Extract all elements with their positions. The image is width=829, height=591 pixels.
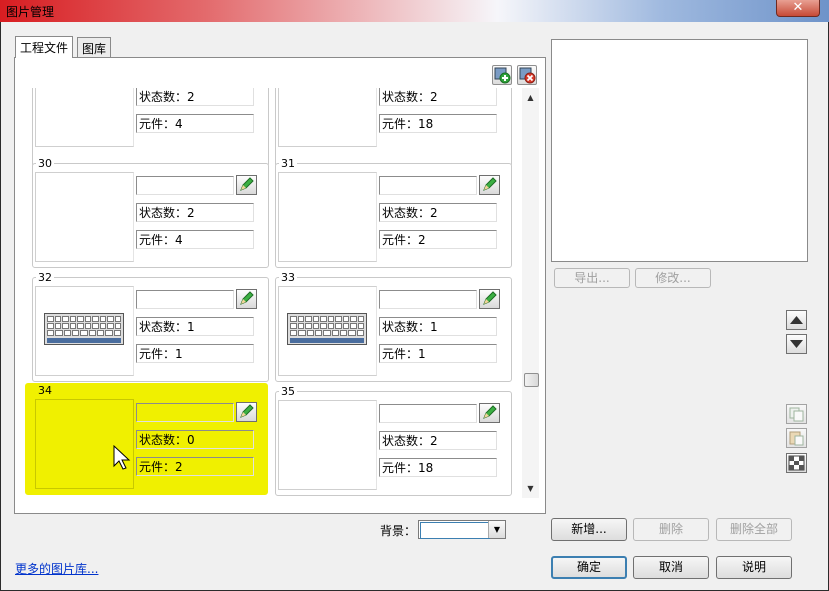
move-up-button[interactable] [786, 310, 807, 330]
image-thumbnail [35, 88, 134, 147]
image-name-input[interactable] [136, 176, 234, 195]
paste-button[interactable] [786, 428, 807, 448]
pencil-icon [240, 404, 254, 418]
component-count-field: 元件：18 [379, 458, 497, 477]
add-button[interactable]: 新增... [551, 518, 627, 541]
component-count-field: 元件：18 [379, 114, 497, 133]
image-name-input[interactable] [136, 290, 234, 309]
image-thumbnail [35, 286, 134, 376]
paste-icon [789, 431, 804, 446]
state-count-field: 状态数：2 [379, 88, 497, 106]
state-count-field: 状态数：0 [136, 430, 254, 449]
edit-button[interactable] [236, 175, 257, 195]
move-down-button[interactable] [786, 334, 807, 354]
edit-button[interactable] [479, 175, 500, 195]
image-list: 状态数：2 元件：4 状态数：2 元件：18 30 状态数：2 元件：4 31 … [25, 88, 538, 498]
keyboard-image [44, 313, 124, 345]
tab-gallery[interactable]: 图库 [77, 37, 112, 57]
cancel-button[interactable]: 取消 [633, 556, 709, 579]
scrollbar-thumb[interactable] [524, 373, 539, 387]
edit-button[interactable] [236, 289, 257, 309]
modify-button[interactable]: 修改... [635, 268, 711, 288]
image-preview [551, 39, 808, 262]
tab-project-files[interactable]: 工程文件 [15, 36, 74, 58]
remove-image-icon [519, 67, 536, 84]
pencil-icon [483, 177, 497, 191]
pencil-icon [483, 405, 497, 419]
mouse-cursor-icon [113, 445, 131, 470]
keyboard-image [287, 313, 367, 345]
image-card[interactable]: 32 状态数：1 元件：1 [32, 271, 269, 382]
card-number: 31 [279, 157, 297, 170]
scroll-down-arrow-icon[interactable]: ▼ [522, 482, 539, 495]
ok-button[interactable]: 确定 [551, 556, 627, 579]
state-count-field: 状态数：1 [136, 317, 254, 336]
state-count-field: 状态数：2 [379, 203, 497, 222]
card-number: 34 [36, 384, 54, 397]
image-name-input[interactable] [379, 404, 477, 423]
transparency-button[interactable] [786, 453, 807, 473]
state-count-field: 状态数：2 [136, 88, 254, 106]
add-image-icon [494, 67, 511, 84]
state-count-field: 状态数：2 [379, 431, 497, 450]
image-thumbnail [35, 399, 134, 489]
image-card-selected[interactable]: 34 状态数：0 元件：2 [25, 383, 268, 495]
remove-image-button[interactable] [517, 65, 537, 85]
image-thumbnail [278, 88, 377, 147]
image-name-input[interactable] [136, 403, 234, 422]
delete-all-button[interactable]: 删除全部 [716, 518, 792, 541]
image-thumbnail [278, 286, 377, 376]
checkerboard-icon [788, 455, 805, 471]
card-number: 32 [36, 271, 54, 284]
pencil-icon [240, 177, 254, 191]
window-title: 图片管理 [6, 5, 55, 19]
edit-button[interactable] [236, 402, 257, 422]
image-card[interactable]: 状态数：2 元件：4 [32, 88, 269, 167]
image-thumbnail [278, 400, 377, 490]
card-number: 35 [279, 385, 297, 398]
copy-icon [789, 407, 804, 422]
component-count-field: 元件：2 [379, 230, 497, 249]
component-count-field: 元件：2 [136, 457, 254, 476]
image-name-input[interactable] [379, 176, 477, 195]
background-color-swatch [420, 522, 490, 539]
image-name-input[interactable] [379, 290, 477, 309]
arrow-down-icon [790, 340, 803, 348]
more-galleries-link[interactable]: 更多的图片库... [15, 560, 98, 577]
pencil-icon [483, 291, 497, 305]
image-card[interactable]: 33 状态数：1 元件：1 [275, 271, 512, 382]
add-image-button[interactable] [492, 65, 512, 85]
edit-button[interactable] [479, 289, 500, 309]
arrow-up-icon [790, 316, 803, 324]
export-button[interactable]: 导出... [554, 268, 630, 288]
scroll-up-arrow-icon[interactable]: ▲ [522, 91, 539, 104]
image-card[interactable]: 状态数：2 元件：18 [275, 88, 512, 167]
card-number: 30 [36, 157, 54, 170]
component-count-field: 元件：4 [136, 114, 254, 133]
edit-button[interactable] [479, 403, 500, 423]
state-count-field: 状态数：1 [379, 317, 497, 336]
help-button[interactable]: 说明 [716, 556, 792, 579]
component-count-field: 元件：4 [136, 230, 254, 249]
delete-button[interactable]: 删除 [633, 518, 709, 541]
copy-button[interactable] [786, 404, 807, 424]
pencil-icon [240, 291, 254, 305]
close-button[interactable]: ✕ [776, 0, 820, 17]
card-number: 33 [279, 271, 297, 284]
dropdown-arrow-icon[interactable]: ▼ [488, 521, 505, 538]
image-card[interactable]: 31 状态数：2 元件：2 [275, 157, 512, 268]
image-thumbnail [35, 172, 134, 262]
component-count-field: 元件：1 [136, 344, 254, 363]
vertical-scrollbar[interactable]: ▲ ▼ [522, 88, 539, 498]
image-thumbnail [278, 172, 377, 262]
image-card[interactable]: 30 状态数：2 元件：4 [32, 157, 269, 268]
title-bar [0, 0, 829, 22]
background-select[interactable]: ▼ [418, 520, 506, 539]
background-label: 背景： [380, 524, 417, 538]
component-count-field: 元件：1 [379, 344, 497, 363]
image-card[interactable]: 35 状态数：2 元件：18 [275, 385, 512, 496]
state-count-field: 状态数：2 [136, 203, 254, 222]
